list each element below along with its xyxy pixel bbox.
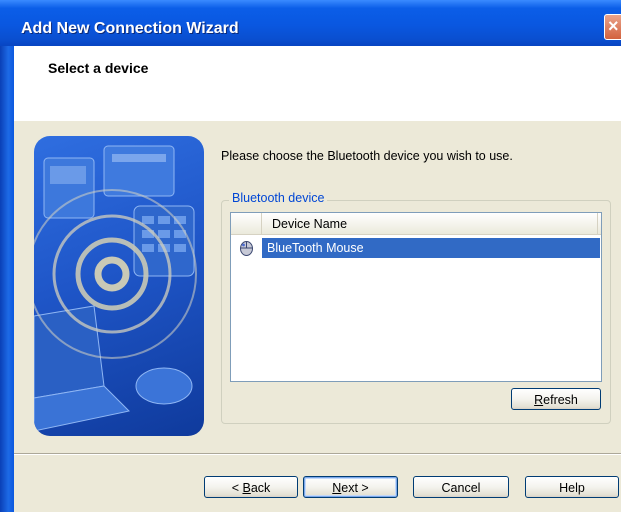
cancel-button[interactable]: Cancel — [413, 476, 509, 498]
back-button[interactable]: < Back — [204, 476, 298, 498]
instruction-text: Please choose the Bluetooth device you w… — [221, 149, 513, 163]
help-button[interactable]: Help — [525, 476, 619, 498]
group-label: Bluetooth device — [229, 191, 328, 205]
next-button[interactable]: Next > — [303, 476, 398, 498]
close-icon: × — [608, 16, 619, 36]
page-title: Select a device — [48, 60, 149, 76]
device-name: BlueTooth Mouse — [267, 241, 364, 255]
mouse-icon — [239, 240, 254, 256]
wizard-header: Select a device — [14, 46, 621, 121]
window-title: Add New Connection Wizard — [21, 20, 239, 37]
footer-divider — [14, 453, 621, 455]
column-header-device-name[interactable]: Device Name — [262, 213, 598, 234]
title-bar[interactable]: Add New Connection Wizard × — [0, 0, 621, 46]
list-item[interactable]: BlueTooth Mouse — [231, 238, 601, 258]
window-left-border — [0, 46, 14, 512]
refresh-button[interactable]: Refresh — [511, 388, 601, 410]
close-button[interactable]: × — [604, 14, 621, 40]
wizard-illustration — [34, 136, 204, 436]
column-header-label: Device Name — [272, 217, 348, 231]
column-header-icon[interactable] — [231, 213, 262, 234]
device-list[interactable]: Device Name BlueTooth Mouse — [230, 212, 602, 382]
list-header: Device Name — [231, 213, 601, 235]
devices-illustration-icon — [34, 145, 197, 432]
